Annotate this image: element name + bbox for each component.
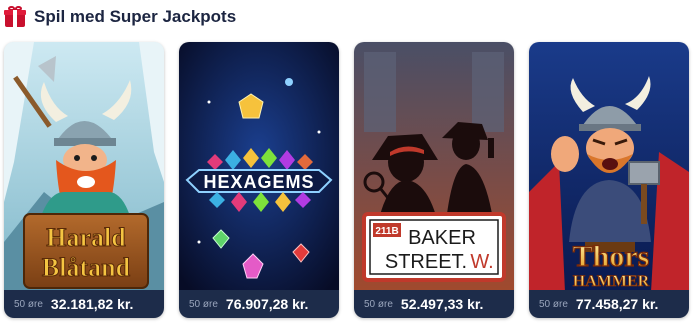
game-footer: 50 øre 32.181,82 kr.: [4, 290, 164, 318]
stake-label: 50 øre: [14, 298, 43, 310]
game-logo-line1: Harald: [46, 223, 126, 252]
game-footer: 50 øre 76.907,28 kr.: [179, 290, 339, 318]
jackpot-amount: 32.181,82 kr.: [50, 296, 134, 312]
game-logo-line1: Thors: [573, 240, 650, 273]
game-card-baker-street[interactable]: 211B BAKER STREET. W. 50 øre 52.497,33 k…: [354, 42, 514, 318]
jackpot-amount: 52.497,33 kr.: [400, 296, 484, 312]
game-card-thors-hammer[interactable]: Thors HAMMER 50 øre 77.458,27 kr.: [529, 42, 689, 318]
game-footer: 50 øre 52.497,33 kr.: [354, 290, 514, 318]
game-card-harald-blatand[interactable]: Harald Blåtand 50 øre 32.181,82 kr.: [4, 42, 164, 318]
sign-line2: STREET.: [385, 251, 467, 273]
game-art-thors-hammer: Thors HAMMER: [529, 42, 689, 290]
sign-line1: BAKER: [408, 227, 476, 249]
game-card-hexagems[interactable]: HEXAGEMS 50 øre 76.907,28 kr.: [179, 42, 339, 318]
stake-label: 50 øre: [189, 298, 218, 310]
jackpot-amount: 77.458,27 kr.: [575, 296, 659, 312]
stake-label: 50 øre: [364, 298, 393, 310]
game-art-baker-street: 211B BAKER STREET. W.: [354, 42, 514, 290]
section-title: Spil med Super Jackpots: [34, 7, 237, 26]
game-art-harald-blatand: Harald Blåtand: [4, 42, 164, 290]
sign-suffix: W.: [470, 251, 493, 273]
game-logo: HEXAGEMS: [203, 172, 314, 192]
stake-label: 50 øre: [539, 298, 568, 310]
section-header: Spil med Super Jackpots: [4, 4, 236, 30]
gift-icon: [4, 6, 26, 28]
game-art-hexagems: HEXAGEMS: [179, 42, 339, 290]
jackpot-amount: 76.907,28 kr.: [225, 296, 309, 312]
game-logo-line2: HAMMER: [573, 273, 650, 290]
game-footer: 50 øre 77.458,27 kr.: [529, 290, 689, 318]
game-logo-line2: Blåtand: [42, 253, 131, 282]
sign-number: 211B: [375, 226, 398, 237]
